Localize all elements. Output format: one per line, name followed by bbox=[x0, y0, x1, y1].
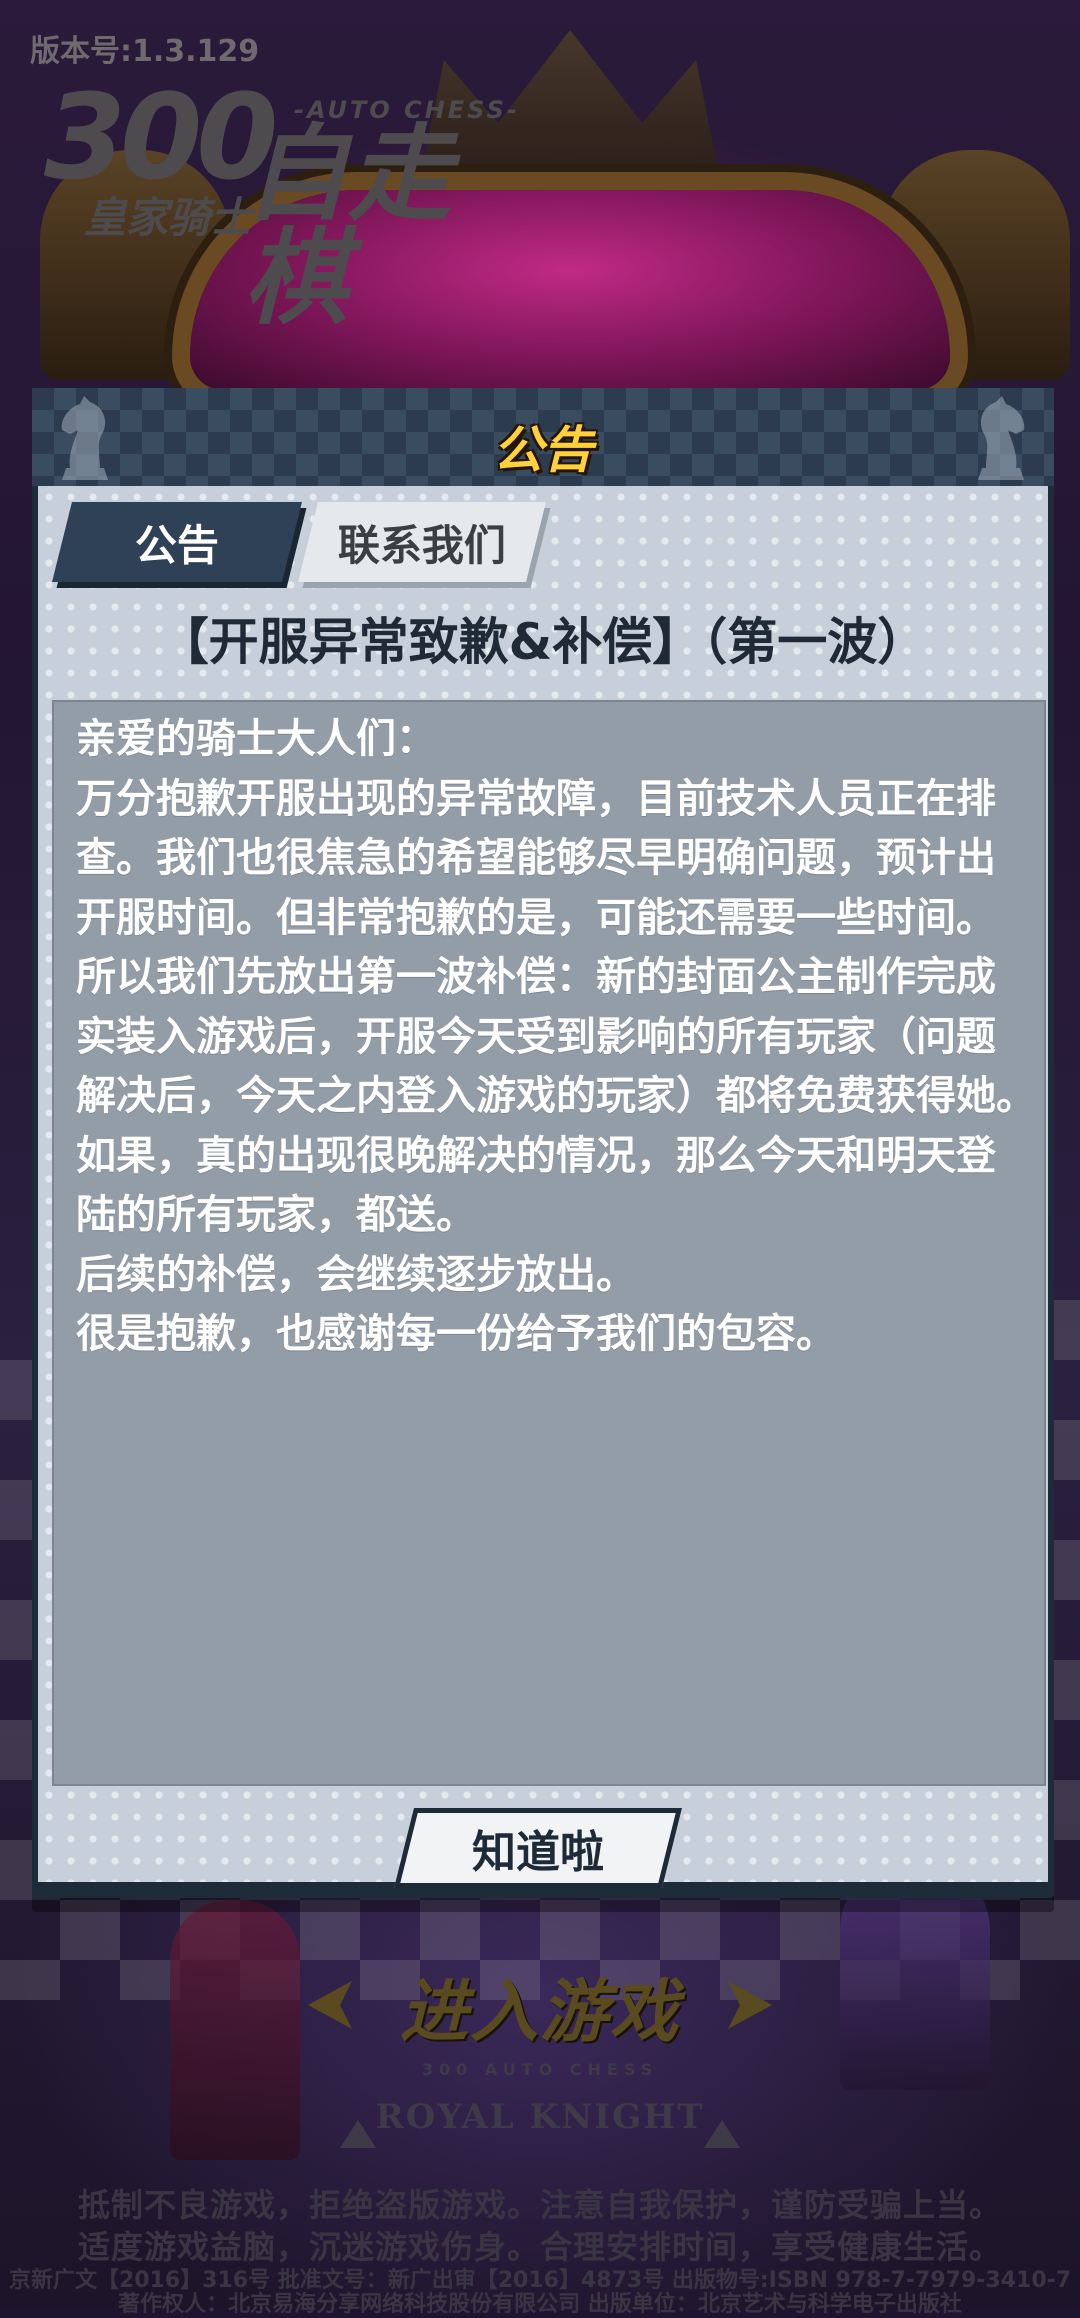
notice-line: 实装入游戏后，开服今天受到影响的所有玩家（问题 bbox=[76, 1013, 996, 1060]
royal-knight-emblem: 300 AUTO CHESS ROYAL KNIGHT bbox=[340, 2060, 740, 2170]
logo-subtitle: 皇家骑士 bbox=[84, 193, 253, 242]
health-advice-line: 抵制不良游戏，拒绝盗版游戏。注意自我保护，谨防受骗上当。 bbox=[77, 2186, 1002, 2224]
logo-number: 300 bbox=[44, 68, 278, 206]
tab-label: 联系我们 bbox=[337, 520, 506, 570]
got-it-label: 知道啦 bbox=[472, 1827, 604, 1878]
notice-line: 很是抱歉，也感谢每一份给予我们的包容。 bbox=[76, 1311, 836, 1357]
notice-line: 万分抱歉开服出现的异常故障，目前技术人员正在排 bbox=[76, 775, 996, 822]
logo-name: 自走棋 bbox=[244, 113, 453, 339]
tab-announcement[interactable]: 公告 bbox=[52, 502, 302, 582]
tab-contact-us[interactable]: 联系我们 bbox=[298, 502, 546, 582]
dialog-title: 公告 bbox=[493, 421, 593, 479]
notice-line: 陆的所有玩家，都送。 bbox=[76, 1192, 476, 1238]
announcement-dialog: 公告 公告 联系我们 【开服异常致歉&补偿】（第一波） 亲爱的骑士大人们： 万分… bbox=[32, 388, 1054, 1898]
chevron-left-icon[interactable] bbox=[300, 1975, 360, 2035]
license-line: 著作权人：北京易海分享网络科技股份有限公司 出版单位：北京艺术与科学电子出版社 bbox=[118, 2292, 962, 2317]
notice-line: 亲爱的骑士大人们： bbox=[76, 716, 436, 762]
emblem-small-text: 300 AUTO CHESS bbox=[421, 2060, 659, 2079]
notice-line: 开服时间。但非常抱歉的是，可能还需要一些时间。 bbox=[76, 894, 996, 941]
chevron-right-icon[interactable] bbox=[720, 1975, 780, 2035]
notice-line: 查。我们也很焦急的希望能够尽早明确问题，预计出 bbox=[76, 835, 996, 881]
tab-label: 公告 bbox=[134, 520, 219, 570]
emblem-title: ROYAL KNIGHT bbox=[375, 2097, 705, 2137]
notice-line: 所以我们先放出第一波补偿：新的封面公主制作完成 bbox=[76, 954, 996, 1000]
enter-game-row: 进入游戏 bbox=[0, 1960, 1080, 2052]
notice-line: 后续的补偿，会继续逐步放出。 bbox=[76, 1251, 636, 1298]
enter-game-button[interactable]: 进入游戏 bbox=[400, 1956, 680, 2055]
notice-title: 【开服异常致歉&补偿】（第一波） bbox=[158, 613, 928, 671]
triangle-icon bbox=[704, 2120, 740, 2148]
dialog-header: 公告 bbox=[32, 388, 1054, 486]
version-label: 版本号:1.3.129 bbox=[30, 34, 260, 69]
notice-line: 解决后，今天之内登入游戏的玩家）都将免费获得她。 bbox=[76, 1073, 1036, 1119]
notice-line: 如果，真的出现很晚解决的情况，那么今天和明天登 bbox=[76, 1132, 996, 1179]
got-it-button[interactable]: 知道啦 bbox=[394, 1808, 682, 1888]
game-logo: 300 皇家骑士 -AUTO CHESS- 自走棋 bbox=[44, 68, 524, 330]
notice-content-box[interactable]: 亲爱的骑士大人们： 万分抱歉开服出现的异常故障，目前技术人员正在排 查。我们也很… bbox=[52, 700, 1046, 1786]
notice-body: 亲爱的骑士大人们： 万分抱歉开服出现的异常故障，目前技术人员正在排 查。我们也很… bbox=[76, 710, 1066, 1365]
triangle-icon bbox=[340, 2120, 376, 2148]
